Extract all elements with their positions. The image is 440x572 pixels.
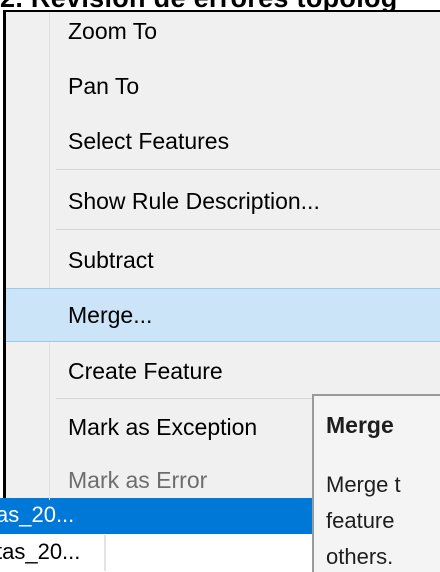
menu-item-show-rule-description[interactable]: Show Rule Description... (6, 174, 440, 228)
menu-item-create-feature[interactable]: Create Feature (6, 344, 440, 398)
menu-item-label: Mark as Exception (68, 414, 258, 440)
menu-item-label: Mark as Error (68, 467, 208, 493)
merge-tooltip: Merge Merge t feature others. (312, 394, 440, 572)
menu-item-label: Create Feature (68, 358, 223, 384)
menu-item-label: Zoom To (68, 18, 158, 44)
menu-item-label: Subtract (68, 247, 154, 273)
screenshot-root: 2. Revisión de errores topológ as_20... … (0, 0, 440, 572)
menu-item-label: Pan To (68, 73, 140, 99)
menu-item-subtract[interactable]: Subtract (6, 233, 440, 287)
menu-item-label: Show Rule Description... (68, 188, 320, 214)
menu-item-zoom-to[interactable]: Zoom To (6, 4, 440, 58)
menu-item-merge[interactable]: Merge... (6, 288, 440, 342)
menu-item-pan-to[interactable]: Pan To (6, 59, 440, 113)
menu-item-label: Merge... (68, 302, 153, 328)
menu-item-select-features[interactable]: Select Features (6, 114, 440, 168)
tooltip-text-line: Merge t (326, 472, 401, 497)
menu-separator (56, 229, 440, 230)
tooltip-text-line: feature (326, 508, 395, 533)
tooltip-title: Merge (326, 412, 394, 438)
table-cell-text: tas_20... (0, 539, 81, 564)
menu-item-label: Select Features (68, 128, 230, 154)
table-cell[interactable]: tas_20... (0, 535, 106, 571)
tooltip-text-line: others. (326, 544, 394, 569)
menu-separator (56, 169, 440, 170)
